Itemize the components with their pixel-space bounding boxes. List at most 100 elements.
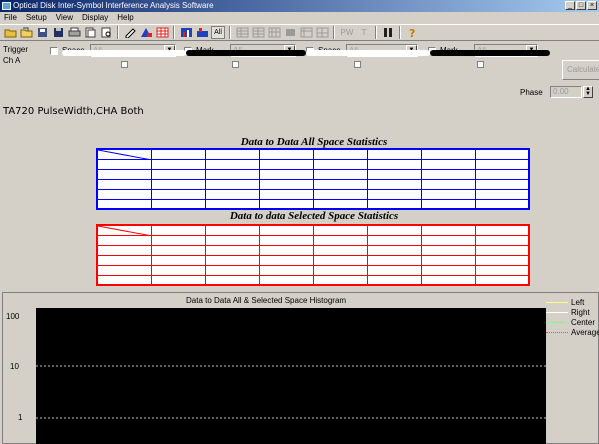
histogram-icon[interactable] bbox=[179, 26, 193, 39]
mark1-marker[interactable] bbox=[232, 61, 239, 68]
triangle-chart-icon[interactable] bbox=[139, 26, 153, 39]
table-cell bbox=[150, 264, 206, 276]
minimize-button[interactable]: _ bbox=[565, 1, 575, 10]
table-cell bbox=[204, 274, 260, 286]
y-tick-100: 100 bbox=[6, 312, 20, 321]
table-cell bbox=[150, 148, 206, 160]
table-cell bbox=[258, 244, 314, 256]
save-icon[interactable] bbox=[51, 26, 65, 39]
calculate-button[interactable]: Calculate bbox=[562, 60, 599, 80]
menu-view[interactable]: View bbox=[56, 12, 73, 24]
all-space-stats-table bbox=[96, 148, 530, 210]
table-cell bbox=[150, 234, 206, 246]
all-button[interactable]: All bbox=[211, 26, 225, 39]
print-icon[interactable] bbox=[67, 26, 81, 39]
table-cell bbox=[312, 274, 368, 286]
table-cell bbox=[420, 274, 476, 286]
table-cell bbox=[150, 198, 206, 210]
bar-chart-icon[interactable] bbox=[195, 26, 209, 39]
all-space-stats-title: Data to Data All Space Statistics bbox=[240, 136, 388, 148]
table-cell bbox=[258, 168, 314, 180]
table-cell bbox=[204, 188, 260, 200]
table-view-icon[interactable] bbox=[235, 26, 249, 39]
block-icon[interactable] bbox=[283, 26, 297, 39]
table-cell bbox=[150, 158, 206, 170]
table-cell bbox=[96, 224, 152, 236]
legend-right: Right bbox=[546, 308, 590, 317]
table-cell bbox=[366, 264, 422, 276]
copy-icon[interactable] bbox=[83, 26, 97, 39]
phase-input[interactable]: 0.00 bbox=[550, 86, 582, 98]
menu-setup[interactable]: Setup bbox=[26, 12, 47, 24]
sheet-alt-icon[interactable] bbox=[315, 26, 329, 39]
table-cell bbox=[312, 264, 368, 276]
app-window: Optical Disk Inter-Symbol Interference A… bbox=[0, 0, 599, 444]
space1-checkbox[interactable] bbox=[50, 47, 58, 55]
title-bar[interactable]: Optical Disk Inter-Symbol Interference A… bbox=[0, 0, 599, 12]
table-row bbox=[96, 264, 530, 276]
table-split-icon[interactable] bbox=[267, 26, 281, 39]
menu-display[interactable]: Display bbox=[82, 12, 108, 24]
table-cell bbox=[96, 264, 152, 276]
toolbar-separator bbox=[333, 26, 335, 39]
table-row bbox=[96, 188, 530, 200]
table-cell bbox=[204, 178, 260, 190]
table-cell bbox=[204, 158, 260, 170]
table-row bbox=[96, 158, 530, 170]
edit-icon[interactable] bbox=[123, 26, 137, 39]
table-cell bbox=[474, 198, 530, 210]
open-folder-icon[interactable] bbox=[3, 26, 17, 39]
table-cell bbox=[312, 178, 368, 190]
table-row bbox=[96, 254, 530, 266]
space2-slider[interactable] bbox=[306, 50, 430, 56]
table-cell bbox=[150, 178, 206, 190]
table-cell bbox=[312, 198, 368, 210]
help-icon[interactable]: ? bbox=[405, 26, 419, 39]
table-cell bbox=[312, 168, 368, 180]
space1-slider[interactable] bbox=[62, 50, 186, 56]
app-icon bbox=[2, 2, 11, 10]
mark1-slider[interactable] bbox=[186, 50, 306, 56]
phase-spinner[interactable]: ▲ ▼ bbox=[583, 86, 593, 98]
close-button[interactable]: × bbox=[587, 1, 597, 10]
histogram-plot[interactable] bbox=[36, 308, 546, 444]
load-data-icon[interactable] bbox=[35, 26, 49, 39]
toolbar-separator bbox=[173, 26, 175, 39]
space1-marker[interactable] bbox=[121, 61, 128, 68]
table-cell bbox=[474, 148, 530, 160]
table-cell bbox=[96, 188, 152, 200]
menu-bar: File Setup View Display Help bbox=[0, 12, 599, 24]
table-cell bbox=[420, 254, 476, 266]
maximize-button[interactable]: □ bbox=[576, 1, 586, 10]
table-cell bbox=[474, 158, 530, 170]
table-cell bbox=[204, 168, 260, 180]
table-cell bbox=[474, 188, 530, 200]
pw-button[interactable]: PW bbox=[339, 26, 355, 39]
menu-help[interactable]: Help bbox=[117, 12, 133, 24]
table-row bbox=[96, 234, 530, 246]
table-cell bbox=[204, 224, 260, 236]
selected-space-stats-title: Data to data Selected Space Statistics bbox=[229, 210, 399, 222]
mark2-slider[interactable] bbox=[430, 50, 550, 56]
legend-center-label: Center bbox=[571, 318, 596, 327]
grid-icon[interactable] bbox=[155, 26, 169, 39]
mark2-marker[interactable] bbox=[477, 61, 484, 68]
table-compare-icon[interactable] bbox=[251, 26, 265, 39]
open-file-icon[interactable] bbox=[19, 26, 33, 39]
table-cell bbox=[204, 254, 260, 266]
preview-icon[interactable] bbox=[99, 26, 113, 39]
toolbar-separator bbox=[399, 26, 401, 39]
table-cell bbox=[312, 224, 368, 236]
file-title: TA720 PulseWidth,CHA Both bbox=[3, 106, 144, 117]
window-title: Optical Disk Inter-Symbol Interference A… bbox=[13, 1, 214, 10]
columns-icon[interactable] bbox=[381, 26, 395, 39]
space2-marker[interactable] bbox=[354, 61, 361, 68]
histogram-title: Data to Data All & Selected Space Histog… bbox=[186, 296, 347, 305]
t-button[interactable]: T bbox=[357, 26, 371, 39]
sheet-icon[interactable] bbox=[299, 26, 313, 39]
table-cell bbox=[204, 264, 260, 276]
table-cell bbox=[258, 254, 314, 266]
menu-file[interactable]: File bbox=[4, 12, 17, 24]
table-cell bbox=[366, 198, 422, 210]
table-row bbox=[96, 244, 530, 256]
